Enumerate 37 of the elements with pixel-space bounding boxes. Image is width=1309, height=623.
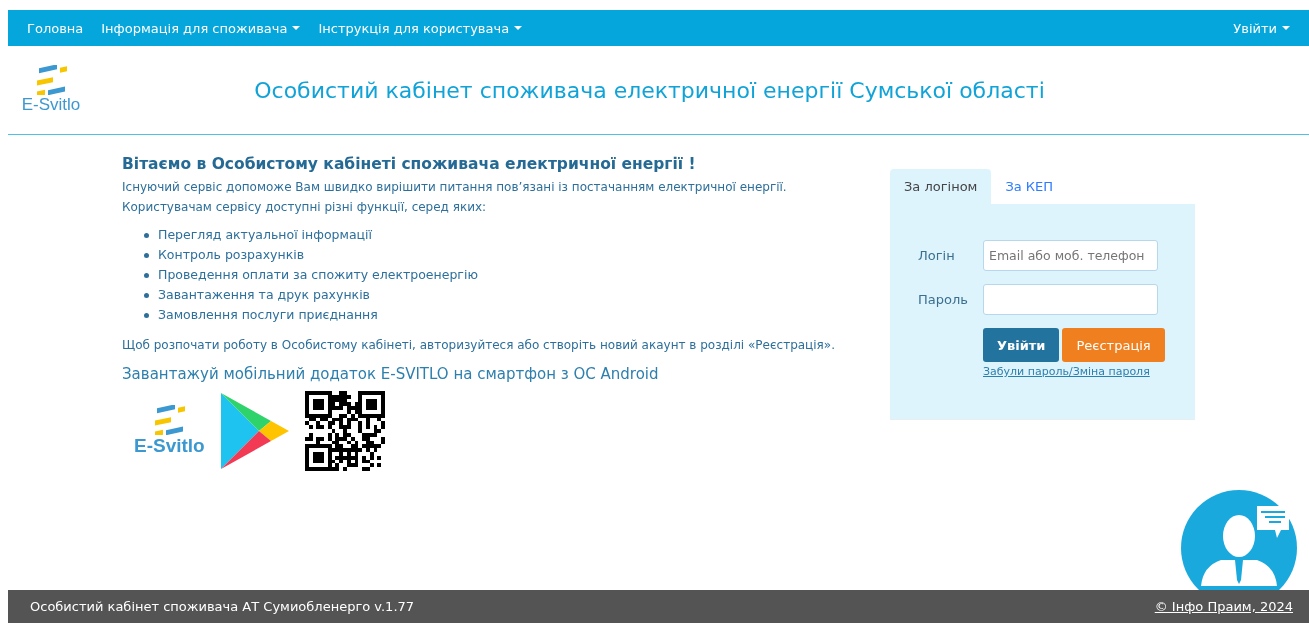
play-store-icon[interactable] xyxy=(218,391,291,471)
app-heading: Завантажуй мобільний додаток E-SVITLO на смартфон з ОС Android xyxy=(122,365,660,383)
intro-text: Користувачам сервісу доступні різні функції, серед яких: xyxy=(122,199,488,215)
bullet-icon xyxy=(144,272,149,278)
page-title: Особистий кабінет споживача електричної енергії Сумської області xyxy=(253,77,1046,103)
login-button[interactable]: Увійти xyxy=(983,328,1060,362)
register-button[interactable]: Реєстрація xyxy=(1062,328,1165,362)
copyright-link[interactable]: © Інфо Праим, 2024 xyxy=(1154,599,1293,614)
feature-item: Перегляд актуальної інформації xyxy=(158,226,373,244)
login-tab[interactable]: За логіном xyxy=(890,169,992,204)
login-label: Логін xyxy=(918,248,956,263)
nav-link[interactable]: Інформація для споживача xyxy=(92,20,310,36)
feature-item: Завантаження та друк рахунків xyxy=(158,286,370,304)
welcome-heading: Вітаємо в Особистому кабінеті споживача електричної енергії ! xyxy=(122,155,697,173)
bullet-icon xyxy=(144,252,149,258)
logo-text: E-Svitlo xyxy=(21,95,81,115)
login-field[interactable]: Email або моб. телефон xyxy=(983,240,1158,271)
login-menu[interactable]: Увійти xyxy=(1224,20,1299,36)
feature-item: Замовлення послуги приєднання xyxy=(158,306,378,324)
bullet-icon xyxy=(144,292,149,298)
qr-code-icon xyxy=(304,391,385,471)
feature-item: Контроль розрахунків xyxy=(158,246,305,264)
password-field[interactable] xyxy=(983,284,1158,315)
note-text: Щоб розпочати роботу в Особистому кабінеті, авторизуйтеся або створіть новий акаунт в розділі «Реєстрація». xyxy=(122,337,836,353)
logo-icon xyxy=(35,65,67,95)
nav-link[interactable]: Головна xyxy=(18,20,93,36)
feature-item: Проведення оплати за спожиту електроенергію xyxy=(158,266,478,284)
bullet-icon xyxy=(144,312,149,318)
nav-link[interactable]: Інструкція для користувача xyxy=(309,20,532,36)
bullet-icon xyxy=(144,232,149,238)
intro-text: Існуючий сервіс допоможе Вам швидко вирішити питання пов’язані із постачанням електричної енергії. xyxy=(122,179,788,195)
password-label: Пароль xyxy=(918,292,969,307)
login-tab[interactable]: За КЕП xyxy=(991,169,1068,204)
forgot-password-link[interactable]: Забули пароль/Зміна пароля xyxy=(983,365,1150,378)
footer-text: Особистий кабінет споживача АТ Сумиобленерго v.1.77 xyxy=(30,599,415,614)
app-logo-text: E-Svitlo xyxy=(134,435,205,457)
logo-icon xyxy=(153,405,186,435)
